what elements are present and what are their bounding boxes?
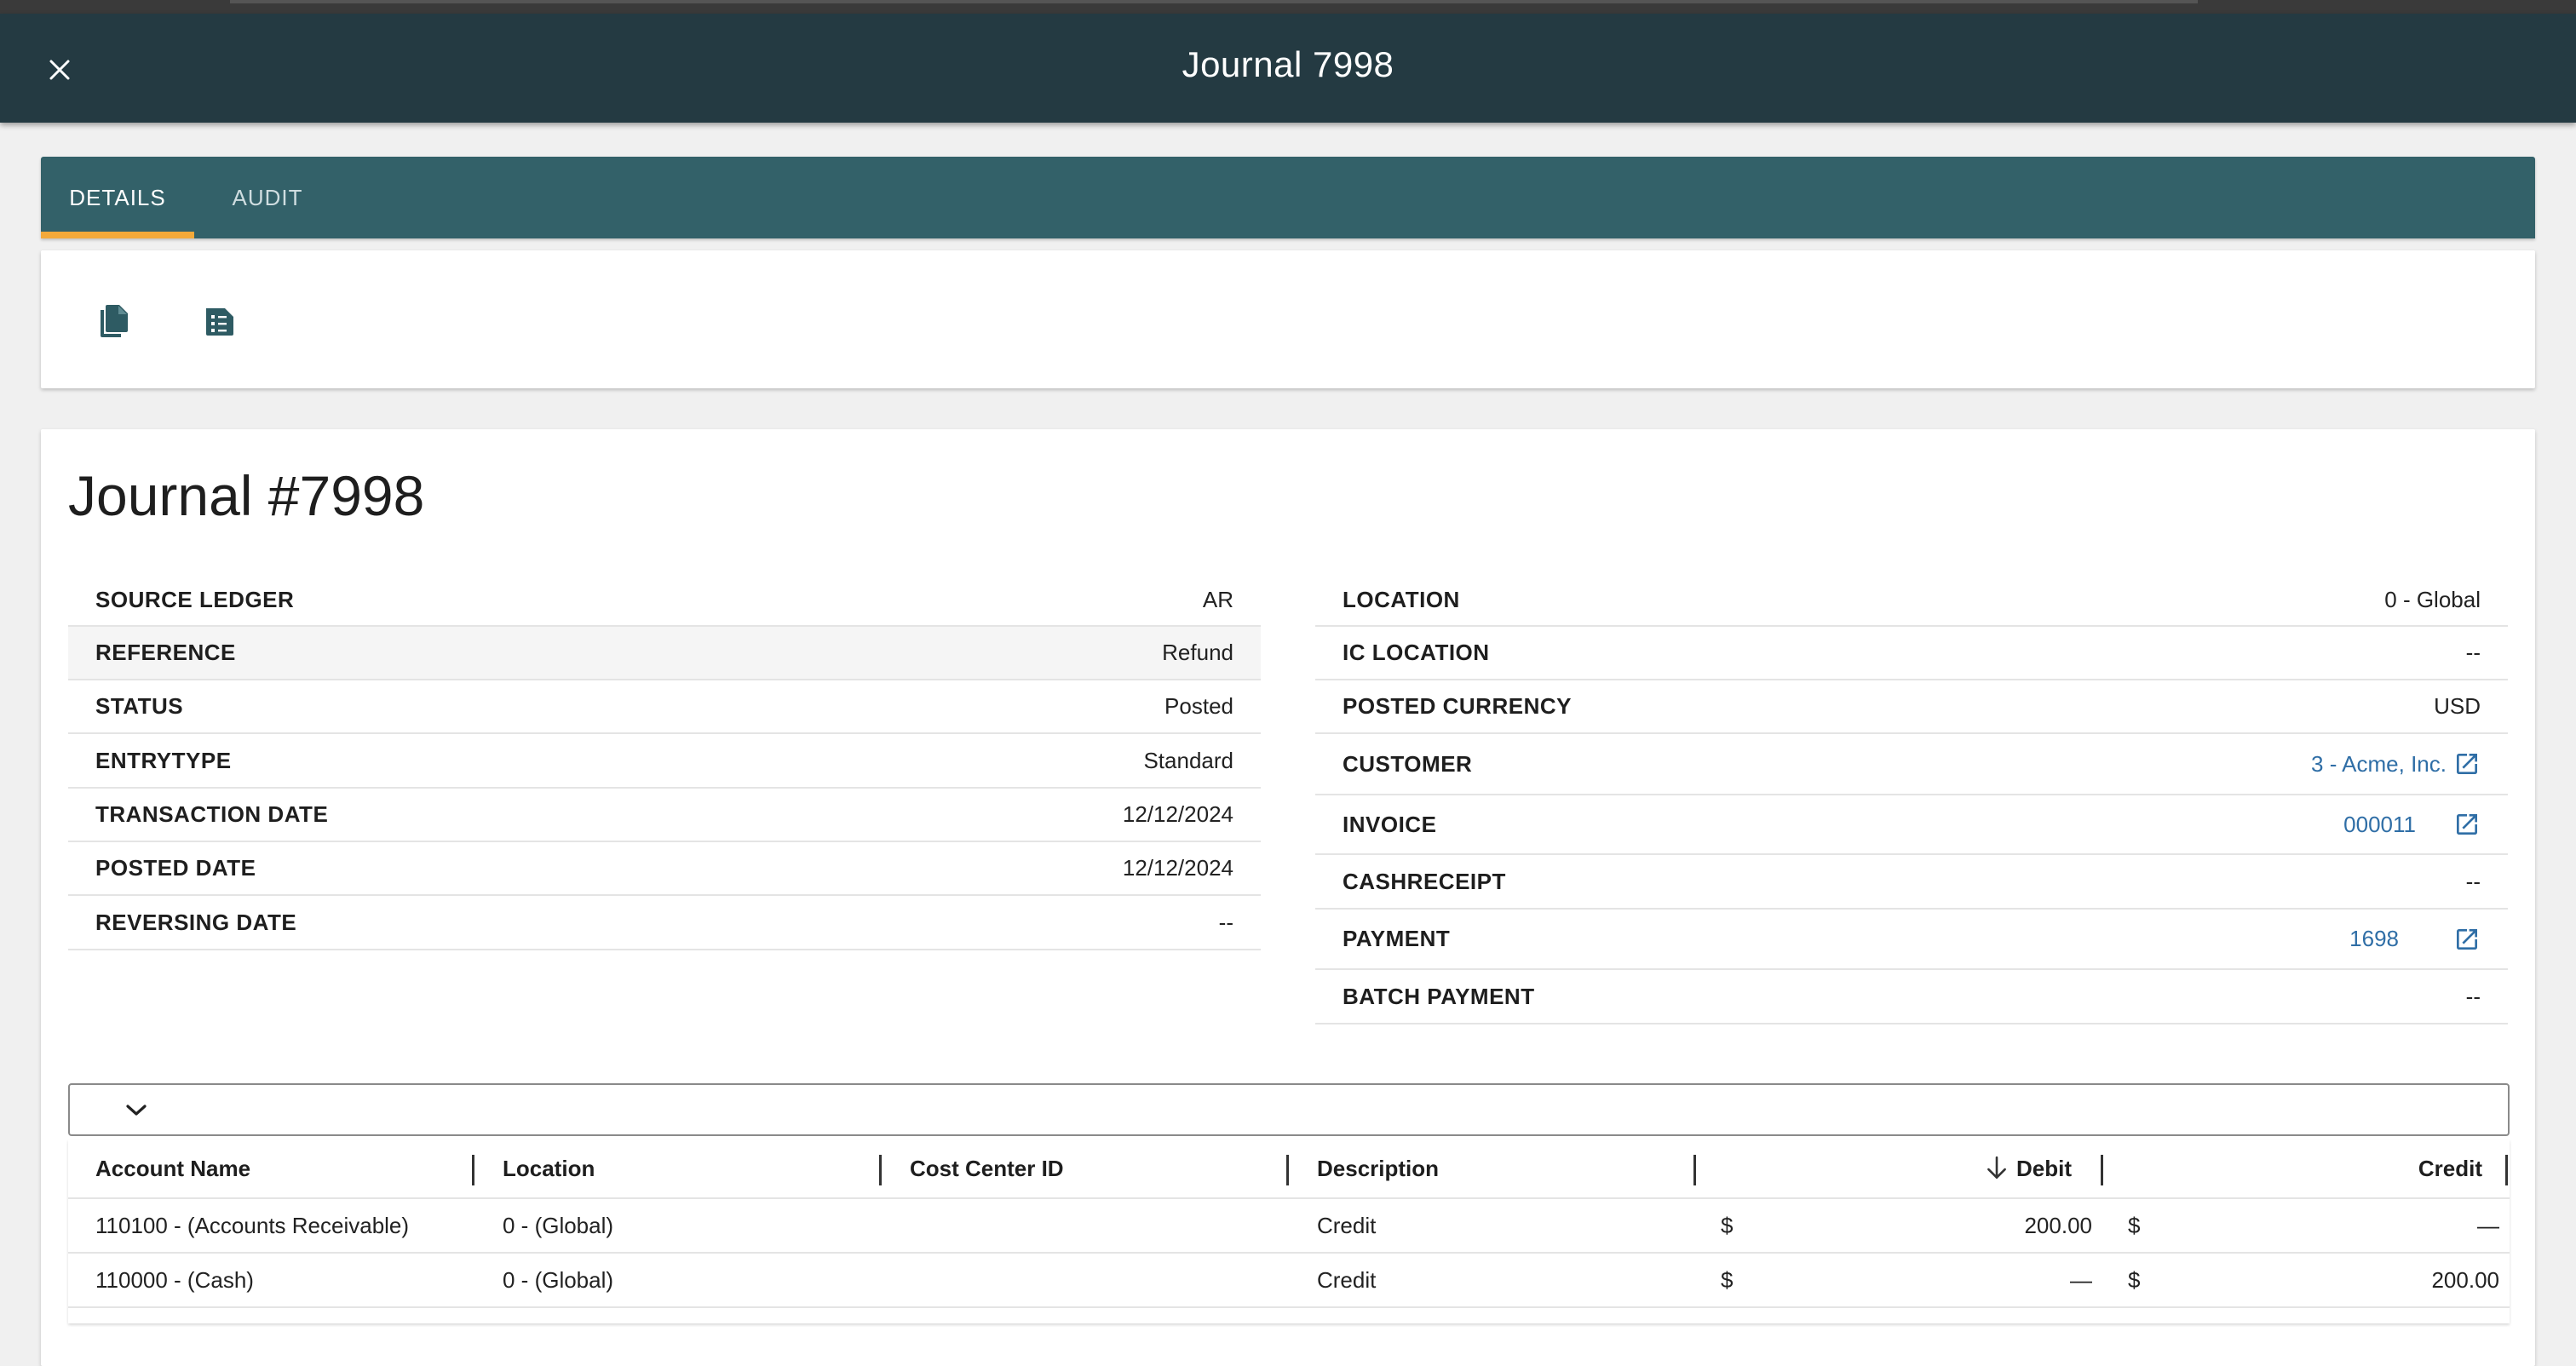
field-entrytype: ENTRYTYPE Standard	[68, 734, 1261, 789]
field-value: 0 - Global	[2384, 586, 2481, 612]
field-value: --	[1218, 909, 1233, 935]
field-value: --	[2465, 868, 2481, 894]
column-header-cost-center-id[interactable]: Cost Center ID	[910, 1139, 1064, 1197]
field-posted-currency: POSTED CURRENCY USD	[1315, 680, 2508, 734]
column-resize-handle[interactable]	[1286, 1155, 1289, 1185]
field-label: TRANSACTION DATE	[95, 801, 329, 827]
field-value: --	[2465, 983, 2481, 1009]
grid-toolbar	[68, 1083, 2510, 1136]
field-label: ENTRYTYPE	[95, 747, 232, 773]
field-cashreceipt: CASHRECEIPT --	[1315, 855, 2508, 910]
cell-description: Credit	[1317, 1266, 1377, 1293]
cell-credit-currency: $	[2128, 1266, 2141, 1293]
field-invoice: INVOICE 000011	[1315, 795, 2508, 855]
table-header: Account Name Location Cost Center ID Des…	[68, 1139, 2510, 1199]
field-reversing-date: REVERSING DATE --	[68, 896, 1261, 950]
window-title: Journal 7998	[1182, 44, 1394, 84]
field-value: USD	[2434, 693, 2481, 719]
journal-heading: Journal #7998	[68, 464, 425, 527]
field-label: CASHRECEIPT	[1343, 868, 1506, 894]
field-label: SOURCE LEDGER	[95, 586, 295, 612]
field-value: --	[2465, 640, 2481, 665]
cell-location: 0 - (Global)	[503, 1266, 614, 1293]
field-value: 12/12/2024	[1122, 855, 1233, 881]
field-transaction-date: TRANSACTION DATE 12/12/2024	[68, 789, 1261, 842]
field-value: AR	[1202, 586, 1233, 612]
cell-debit: —	[2070, 1266, 2092, 1293]
field-label: PAYMENT	[1343, 926, 1451, 951]
debit-header-label: Debit	[2016, 1155, 2072, 1181]
cell-account-name: 110000 - (Cash)	[95, 1266, 254, 1293]
column-header-credit[interactable]: Credit	[2130, 1139, 2482, 1197]
field-value: Posted	[1164, 693, 1233, 719]
table-row[interactable]: 110100 - (Accounts Receivable) 0 - (Glob…	[68, 1199, 2510, 1254]
field-status: STATUS Posted	[68, 680, 1261, 734]
chevron-down-icon[interactable]	[123, 1097, 150, 1124]
open-external-icon[interactable]	[2453, 750, 2481, 778]
field-label: REFERENCE	[95, 640, 236, 665]
field-ic-location: IC LOCATION --	[1315, 627, 2508, 680]
cell-debit: 200.00	[2024, 1212, 2092, 1238]
open-external-icon[interactable]	[2453, 926, 2481, 953]
column-header-description[interactable]: Description	[1317, 1139, 1439, 1197]
field-label: POSTED DATE	[95, 855, 256, 881]
field-location: LOCATION 0 - Global	[1315, 574, 2508, 627]
field-posted-date: POSTED DATE 12/12/2024	[68, 842, 1261, 896]
actions-toolbar	[41, 250, 2535, 388]
column-header-location[interactable]: Location	[503, 1139, 595, 1197]
field-label: INVOICE	[1343, 811, 1437, 837]
sort-descending-icon[interactable]	[1986, 1156, 2008, 1181]
field-label: LOCATION	[1343, 586, 1460, 612]
field-customer: CUSTOMER 3 - Acme, Inc.	[1315, 734, 2508, 795]
field-label: REVERSING DATE	[95, 909, 297, 935]
cell-credit: —	[2477, 1212, 2499, 1238]
cell-location: 0 - (Global)	[503, 1212, 614, 1238]
column-resize-handle[interactable]	[1693, 1155, 1696, 1185]
column-resize-handle[interactable]	[2505, 1155, 2508, 1185]
browser-top-strip	[0, 0, 2576, 14]
invoice-link[interactable]: 000011	[2343, 812, 2416, 838]
cell-credit-currency: $	[2128, 1212, 2141, 1238]
field-source-ledger: SOURCE LEDGER AR	[68, 574, 1261, 627]
tab-bar: DETAILS AUDIT LOG	[41, 157, 2535, 292]
field-reference: REFERENCE Refund	[68, 627, 1261, 680]
customer-link[interactable]: 3 - Acme, Inc.	[2311, 751, 2447, 778]
field-label: CUSTOMER	[1343, 750, 1473, 777]
top-strip-bar	[230, 0, 2198, 3]
column-header-account-name[interactable]: Account Name	[95, 1139, 250, 1197]
field-label: BATCH PAYMENT	[1343, 983, 1535, 1009]
column-resize-handle[interactable]	[879, 1155, 882, 1185]
column-resize-handle[interactable]	[2101, 1155, 2103, 1185]
tab-details[interactable]: DETAILS	[41, 157, 194, 238]
table-row[interactable]: 110000 - (Cash) 0 - (Global) Credit $ — …	[68, 1254, 2510, 1308]
field-batch-payment: BATCH PAYMENT --	[1315, 970, 2508, 1024]
field-label: STATUS	[95, 693, 184, 719]
ledger-report-icon[interactable]	[199, 301, 240, 342]
field-value: 12/12/2024	[1122, 801, 1233, 827]
field-label: IC LOCATION	[1343, 640, 1490, 665]
copy-documents-icon[interactable]	[94, 301, 135, 342]
tab-audit-log[interactable]: AUDIT LOG	[208, 157, 327, 292]
field-label: POSTED CURRENCY	[1343, 693, 1572, 719]
right-field-list: LOCATION 0 - Global IC LOCATION -- POSTE…	[1315, 574, 2508, 1024]
cell-account-name: 110100 - (Accounts Receivable)	[95, 1212, 410, 1238]
field-value: Standard	[1143, 747, 1233, 773]
payment-link[interactable]: 1698	[2349, 926, 2399, 952]
cell-description: Credit	[1317, 1212, 1377, 1238]
cell-debit-currency: $	[1721, 1266, 1734, 1293]
cell-credit: 200.00	[2431, 1266, 2499, 1293]
column-resize-handle[interactable]	[472, 1155, 474, 1185]
column-header-debit[interactable]: Debit	[1721, 1139, 2072, 1197]
journal-details-card: Journal #7998 SOURCE LEDGER AR REFERENCE…	[41, 429, 2535, 1366]
cell-debit-currency: $	[1721, 1212, 1734, 1238]
field-payment: PAYMENT 1698	[1315, 910, 2508, 970]
left-field-list: SOURCE LEDGER AR REFERENCE Refund STATUS…	[68, 574, 1261, 950]
open-external-icon[interactable]	[2453, 811, 2481, 838]
journal-lines-table: Account Name Location Cost Center ID Des…	[68, 1139, 2510, 1323]
table-footer-spacer	[68, 1308, 2510, 1323]
field-value: Refund	[1162, 640, 1233, 665]
app-bar: Journal 7998	[0, 14, 2576, 123]
